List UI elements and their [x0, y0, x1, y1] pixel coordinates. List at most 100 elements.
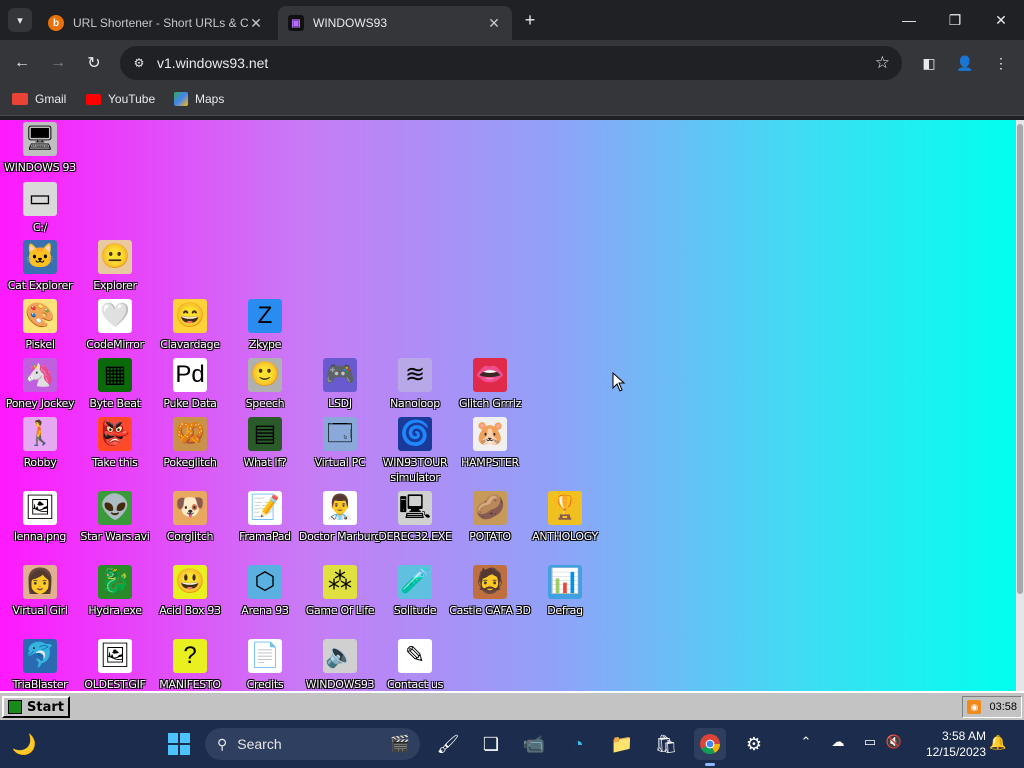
desktop-icon-windows-93[interactable]: 🖥 WINDOWS 93 [2, 122, 78, 175]
tab-url-shortener[interactable]: b URL Shortener - Short URLs & C ✕ [38, 6, 274, 40]
forward-button[interactable]: → [45, 50, 71, 76]
desktop-icon-framapad[interactable]: 📝 FramaPad [227, 491, 303, 544]
page-scrollbar[interactable] [1016, 120, 1024, 691]
side-panel-button[interactable]: ◧ [918, 52, 940, 74]
desktop-icon-cat-explorer[interactable]: 🐱 Cat Explorer [2, 240, 78, 293]
tab-windows93[interactable]: ▣ WINDOWS93 ✕ [278, 6, 512, 40]
desktop-icon-what-if[interactable]: ▤ What If? [227, 417, 303, 470]
desktop-icon-speech[interactable]: 🙂 Speech [227, 358, 303, 411]
explorer-icon: 😐 [98, 240, 132, 274]
desktop-icon-lenna-png[interactable]: 🖼 lenna.png [2, 491, 78, 544]
desktop-icon-hampster[interactable]: 🐹 HAMPSTER [452, 417, 528, 470]
desktop-icon-explorer[interactable]: 😐 Explorer [77, 240, 153, 293]
desktop-icon-credits[interactable]: 📄 Credits [227, 639, 303, 691]
restore-button[interactable]: ❐ [932, 0, 978, 40]
taskbar-meet[interactable]: 📹 [518, 728, 550, 760]
desktop-icon-potato[interactable]: 🥔 POTATO [452, 491, 528, 544]
taskbar-edge[interactable]: ◔ [562, 728, 594, 760]
acid-box-93-icon: 😃 [173, 565, 207, 599]
desktop-icon-nanoloop[interactable]: ≋ Nanoloop [377, 358, 453, 411]
profile-button[interactable]: 👤 [954, 52, 976, 74]
notification-bell-icon[interactable]: 🔔 [988, 734, 1008, 751]
desktop-icon-arena-93[interactable]: ⬡ Arena 93 [227, 565, 303, 618]
codemirror-icon: 🤍 [98, 299, 132, 333]
rss-icon[interactable]: ◉ [967, 700, 982, 714]
win93-start-button[interactable]: Start [2, 696, 70, 718]
framapad-icon: 📝 [248, 491, 282, 525]
back-button[interactable]: ← [9, 50, 35, 76]
desktop-icon-triablaster[interactable]: 🐬 TriaBlaster [2, 639, 78, 691]
desktop-icon-acid-box-93[interactable]: 😃 Acid Box 93 [152, 565, 228, 618]
desktop-icon-puke-data[interactable]: Pd Puke Data [152, 358, 228, 411]
bookmark-maps[interactable]: Maps [174, 92, 224, 106]
desktop-icon-zkype[interactable]: Z Zkype [227, 299, 303, 352]
show-hidden-icons-chevron-up-icon[interactable]: ⌃ [796, 734, 816, 750]
display-icon[interactable]: ▭ [860, 734, 880, 750]
reload-button[interactable]: ↻ [81, 50, 107, 76]
desktop-icon-defrag[interactable]: 📊 Defrag [527, 565, 603, 618]
network-icon[interactable]: ☁ [828, 734, 848, 750]
desktop-icon-piskel[interactable]: 🎨 Piskel [2, 299, 78, 352]
oldest-gif-icon: 🖼 [98, 639, 132, 673]
desktop-icon-castle-gafa-3d[interactable]: 🧔 Castle GAFA 3D [449, 565, 531, 618]
desktop-icon-glitch-grrrlz[interactable]: 👄 Glitch Grrrlz [452, 358, 528, 411]
volume-muted-icon[interactable]: 🔇 [884, 734, 904, 750]
close-tab-icon[interactable]: ✕ [248, 15, 264, 32]
desktop-icon-oldest-gif[interactable]: 🖼 OLDEST.GIF [77, 639, 153, 691]
address-bar[interactable]: ⚙ v1.windows93.net ☆ [120, 46, 902, 80]
bookmark-gmail[interactable]: Gmail [12, 92, 66, 106]
desktop-icon-hydra-exe[interactable]: 🐉 Hydra.exe [77, 565, 153, 618]
desktop-icon-take-this[interactable]: 👺 Take this [77, 417, 153, 470]
gear-icon: ⚙ [745, 733, 763, 754]
desktop-icon-game-of-life[interactable]: ⁂ Game Of Life [302, 565, 378, 618]
weather-widget[interactable]: 🌙 [8, 728, 40, 760]
desktop-icon-star-wars-avi[interactable]: 👽 Star Wars.avi [77, 491, 153, 544]
tab-search-button[interactable]: ▾ [8, 8, 32, 32]
speech-icon: 🙂 [248, 358, 282, 392]
robby-icon: 🚶 [23, 417, 57, 451]
tab-title: WINDOWS93 [313, 16, 388, 30]
close-tab-icon[interactable]: ✕ [486, 15, 502, 32]
desktop-icon-manifesto[interactable]: ? MANIFESTO [152, 639, 228, 691]
taskbar-file-explorer[interactable]: 📁 [606, 728, 638, 760]
new-tab-button[interactable]: + [518, 9, 542, 33]
bookmark-star-icon[interactable]: ☆ [875, 53, 890, 73]
windows93-favicon: ▣ [288, 15, 304, 31]
desktop-icon-pokeglitch[interactable]: 🥨 Pokeglitch [152, 417, 228, 470]
desktop-icon-doctor-marburg[interactable]: 👨‍⚕ Doctor Marburg [299, 491, 381, 544]
close-window-button[interactable]: ✕ [978, 0, 1024, 40]
desktop-icon-corglitch[interactable]: 🐶 Corglitch [152, 491, 228, 544]
bookmark-youtube[interactable]: YouTube [86, 92, 155, 106]
windows-start-button[interactable] [163, 728, 195, 760]
taskbar-chrome[interactable] [694, 728, 726, 766]
task-view-button[interactable]: ❏ [475, 728, 507, 760]
taskbar-clock[interactable]: 3:58 AM 12/15/2023 [916, 728, 986, 760]
scrollbar-thumb[interactable] [1017, 124, 1023, 594]
browser-menu-button[interactable]: ⋮ [990, 52, 1012, 74]
desktop-icon-clavardage[interactable]: 😄 Clavardage [152, 299, 228, 352]
desktop-icon-byte-beat[interactable]: ▦ Byte Beat [77, 358, 153, 411]
game-of-life-icon: ⁂ [323, 565, 357, 599]
site-info-icon[interactable]: ⚙ [130, 54, 148, 72]
win93-desktop[interactable]: 🖥 WINDOWS 93 ▭ C:/ 🐱 Cat Explorer 😐 Explorer 🎨 Pi… [0, 120, 1016, 691]
taskbar-store[interactable]: 🛍 [650, 728, 682, 760]
desktop-icon-lsdj[interactable]: 🎮 LSDJ [302, 358, 378, 411]
desktop-icon-win93tour-simulator[interactable]: 🌀 WIN93TOUR simulator [377, 417, 453, 485]
desktop-icon-poney-jockey[interactable]: 🦄 Poney Jockey [2, 358, 78, 411]
desktop-icon-c[interactable]: ▭ C:/ [2, 182, 78, 235]
desktop-icon-anthology[interactable]: 🏆 ANTHOLOGY [527, 491, 603, 544]
desktop-icon-solitude[interactable]: 🧪 Solitude [377, 565, 453, 618]
minimize-button[interactable]: — [886, 0, 932, 40]
taskbar-app-preview[interactable]: 🖌 [432, 728, 464, 760]
desktop-icon-virtual-girl[interactable]: 👩 Virtual Girl [2, 565, 78, 618]
taskbar-search[interactable]: ⚲ Search 🎬 [205, 728, 420, 760]
desktop-icon-contact-us[interactable]: ✎ Contact us [377, 639, 453, 691]
folder-icon: 📁 [610, 733, 634, 754]
url-text[interactable]: v1.windows93.net [157, 55, 268, 71]
desktop-icon-robby[interactable]: 🚶 Robby [2, 417, 78, 470]
desktop-icon-codemirror[interactable]: 🤍 CodeMirror [77, 299, 153, 352]
desktop-icon-windows93[interactable]: 🔈 WINDOWS93 [302, 639, 378, 691]
desktop-icon-virtual-pc[interactable]: 🗔 Virtual PC [302, 417, 378, 470]
desktop-icon-derec32-exe[interactable]: 🖳 DEREC32.EXE [377, 491, 453, 544]
taskbar-settings[interactable]: ⚙ [738, 728, 770, 760]
